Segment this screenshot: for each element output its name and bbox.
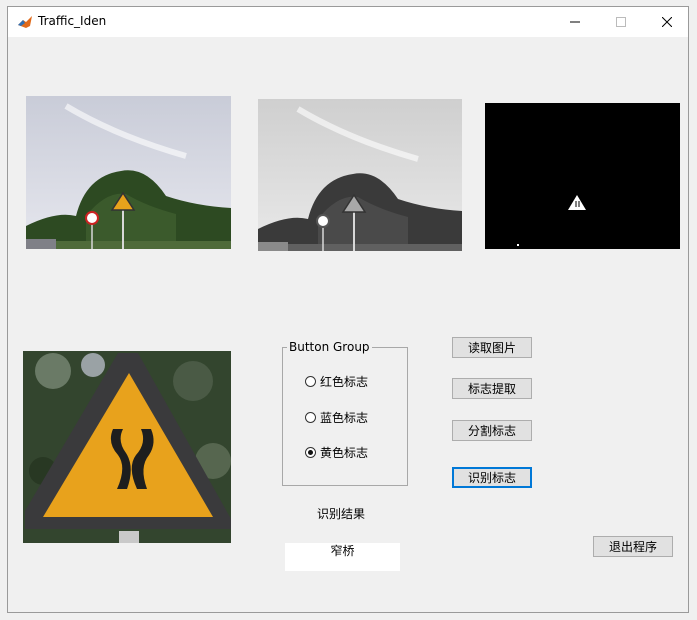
segmented-sign-axes: [23, 351, 231, 543]
radio-yellow-sign[interactable]: 黄色标志: [305, 444, 368, 461]
original-image: [26, 96, 231, 249]
window-title: Traffic_Iden: [38, 14, 107, 28]
grayscale-image-axes: [258, 99, 462, 251]
minimize-icon: [570, 21, 580, 23]
binary-mask-axes: [485, 103, 680, 249]
result-label: 识别结果: [317, 507, 366, 521]
radio-label: 蓝色标志: [320, 411, 369, 425]
maximize-icon: [616, 17, 626, 27]
result-value: 窄桥: [285, 543, 400, 571]
radio-circle: [305, 376, 316, 387]
radio-label: 红色标志: [320, 375, 369, 389]
close-icon: [662, 17, 672, 27]
radio-circle: [305, 412, 316, 423]
recognize-sign-button[interactable]: 识别标志: [452, 467, 532, 488]
binary-mask-image: [485, 103, 680, 249]
maximize-button[interactable]: [598, 7, 644, 37]
group-title: Button Group: [287, 340, 372, 354]
radio-red-sign[interactable]: 红色标志: [305, 373, 368, 390]
original-image-axes: [26, 96, 231, 249]
close-button[interactable]: [644, 7, 690, 37]
matlab-icon: [17, 14, 33, 30]
radio-circle-selected: [305, 447, 316, 458]
color-button-group: Button Group 红色标志 蓝色标志 黄色标志: [282, 340, 408, 486]
extract-sign-button[interactable]: 标志提取: [452, 378, 532, 399]
exit-program-button[interactable]: 退出程序: [593, 536, 673, 557]
minimize-button[interactable]: [552, 7, 598, 37]
segment-sign-button[interactable]: 分割标志: [452, 420, 532, 441]
segmented-sign-image: [23, 351, 231, 543]
main-window: Traffic_Iden Button Group 红色标志 蓝色标志 黄色标志…: [7, 6, 689, 613]
read-image-button[interactable]: 读取图片: [452, 337, 532, 358]
radio-label: 黄色标志: [320, 446, 369, 460]
grayscale-image: [258, 99, 462, 251]
title-bar: Traffic_Iden: [8, 7, 688, 37]
radio-blue-sign[interactable]: 蓝色标志: [305, 409, 368, 426]
